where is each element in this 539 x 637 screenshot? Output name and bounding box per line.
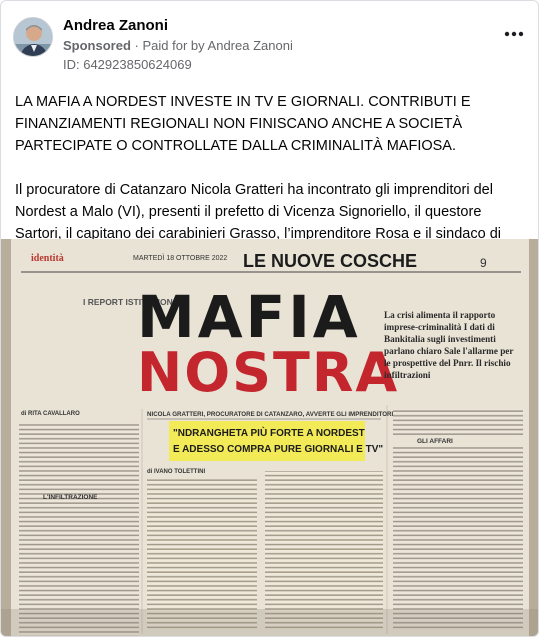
sponsored-label[interactable]: Sponsored [63, 38, 131, 53]
newspaper-page: identità MARTEDÌ 18 OTTOBRE 2022 LE NUOV… [1, 239, 538, 636]
issue-date: MARTEDÌ 18 OTTOBRE 2022 [133, 253, 227, 262]
subhead: NICOLA GRATTERI, PROCURATORE DI CATANZAR… [147, 411, 394, 418]
byline-left: di RITA CAVALLARO [21, 411, 80, 417]
more-dots-icon [504, 31, 524, 37]
post-header: Andrea Zanoni Sponsored · Paid for by An… [13, 13, 528, 73]
author-name[interactable]: Andrea Zanoni [63, 17, 168, 34]
deck-box: La crisi alimenta il rapporto imprese-cr… [384, 310, 514, 380]
ad-id: ID: 642923850624069 [63, 57, 192, 72]
headline-nostra: NOSTRA [137, 341, 399, 404]
sponsored-meta: Sponsored · Paid for by Andrea Zanoni [63, 38, 293, 53]
post-headline: LA MAFIA A NORDEST INVESTE IN TV E GIORN… [15, 94, 471, 154]
avatar[interactable] [13, 17, 53, 57]
page-number: 9 [480, 256, 487, 270]
section-title: LE NUOVE COSCHE [243, 251, 417, 271]
sponsored-post: Andrea Zanoni Sponsored · Paid for by An… [0, 0, 539, 637]
quote-line-2: E ADESSO COMPRA PURE GIORNALI E TV" [173, 444, 383, 455]
masthead: identità [31, 253, 64, 264]
deck-text: La crisi alimenta il rapporto imprese-cr… [384, 310, 514, 380]
paid-prefix: Paid for by [142, 38, 205, 53]
section-head-right: GLI AFFARI [417, 438, 453, 445]
paid-by: Andrea Zanoni [207, 38, 293, 53]
quote-line-1: "NDRANGHETA PIÙ FORTE A NORDEST [173, 426, 365, 439]
section-head-left: L'INFILTRAZIONE [43, 494, 98, 501]
more-options-button[interactable] [500, 23, 528, 45]
byline-center: di IVANO TOLETTINI [147, 469, 205, 475]
newspaper-photo[interactable]: identità MARTEDÌ 18 OTTOBRE 2022 LE NUOV… [1, 239, 538, 636]
highlighted-quote [169, 421, 365, 461]
